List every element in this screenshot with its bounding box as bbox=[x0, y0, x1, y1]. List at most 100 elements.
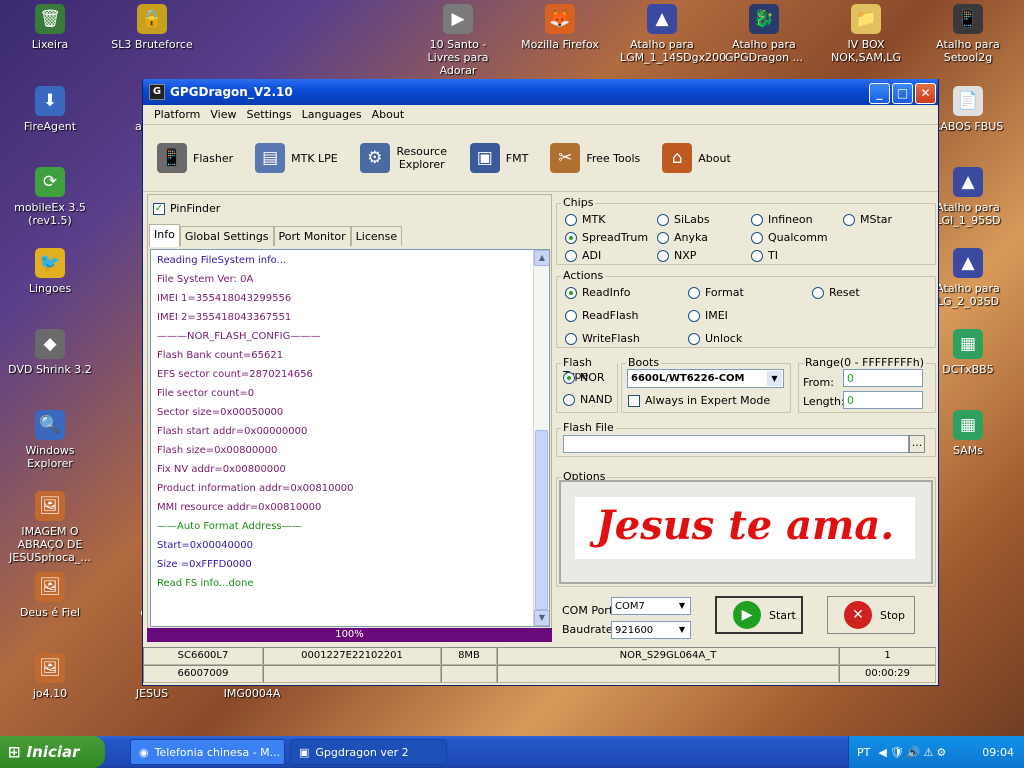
tray-icons[interactable]: ◀🛡🔊⚠⚙ bbox=[878, 746, 949, 759]
start-label: Iniciar bbox=[26, 743, 80, 761]
log-scrollbar[interactable]: ▲ ▼ bbox=[533, 250, 549, 626]
desktop-icon[interactable]: 🖼 IMAGEM O ABRAÇO DE JESUSphoca_... bbox=[8, 491, 92, 564]
chips-radio-mstar[interactable]: MStar bbox=[843, 213, 892, 226]
task-telefonia[interactable]: ◉ Telefonia chinesa - M... bbox=[130, 739, 285, 765]
menu-view[interactable]: View bbox=[205, 108, 241, 121]
actions-radio-writeflash[interactable]: WriteFlash bbox=[565, 332, 640, 345]
start-menu-button[interactable]: ⊞ Iniciar bbox=[0, 736, 105, 768]
desktop-icon[interactable]: 🐉 Atalho para GPGDragon ... bbox=[722, 4, 806, 64]
status-cell: 8MB bbox=[441, 647, 497, 665]
log-line: Reading FileSystem info... bbox=[157, 255, 287, 266]
desktop-icon[interactable]: 🔒 SL3 Bruteforce bbox=[110, 4, 194, 51]
desktop-icon-label: DVD Shrink 3.2 bbox=[8, 363, 92, 376]
actions-radio-imei[interactable]: IMEI bbox=[688, 309, 728, 322]
stop-button[interactable]: ✕ Stop bbox=[827, 596, 915, 634]
task-gpgdragon[interactable]: ▣ Gpgdragon ver 2 bbox=[290, 739, 447, 765]
chips-radio-spreadtrum[interactable]: SpreadTrum bbox=[565, 231, 648, 244]
desktop-icon[interactable]: ⬇ FireAgent bbox=[8, 86, 92, 133]
boots-select[interactable]: 6600L/WT6226-COM ▼ bbox=[627, 369, 784, 388]
actions-radio-format[interactable]: Format bbox=[688, 286, 744, 299]
actions-option-label: IMEI bbox=[705, 309, 728, 322]
chips-radio-mtk[interactable]: MTK bbox=[565, 213, 605, 226]
desktop-icon[interactable]: 📁 IV BOX NOK,SAM,LG bbox=[824, 4, 908, 64]
desktop-icon[interactable]: 📱 Atalho para Setool2g bbox=[926, 4, 1010, 64]
toolbar-about[interactable]: ⌂ About bbox=[662, 143, 731, 173]
tab-info[interactable]: Info bbox=[149, 224, 180, 247]
from-label: From: bbox=[803, 376, 834, 389]
chips-radio-adi[interactable]: ADI bbox=[565, 249, 601, 262]
radio-button-icon bbox=[565, 249, 577, 262]
desktop-icon[interactable]: ▲ Atalho para LGM_1_14SDgx200 bbox=[620, 4, 726, 64]
log-line: Flash start addr=0x00000000 bbox=[157, 426, 308, 437]
chevron-down-icon[interactable]: ▼ bbox=[675, 623, 689, 637]
actions-radio-unlock[interactable]: Unlock bbox=[688, 332, 742, 345]
chips-radio-anyka[interactable]: Anyka bbox=[657, 231, 708, 244]
toolbar-free-tools[interactable]: ✂ Free Tools bbox=[550, 143, 640, 173]
toolbar-flasher[interactable]: 📱 Flasher bbox=[157, 143, 233, 173]
menu-platform[interactable]: Platform bbox=[149, 108, 205, 121]
close-button[interactable]: ✕ bbox=[915, 83, 936, 104]
log-line: ——Auto Format Address—— bbox=[157, 521, 302, 532]
flashtype-radio-nor[interactable]: NOR bbox=[563, 371, 605, 384]
desktop-icon-label: jo4.10 bbox=[32, 687, 68, 700]
log-line: Read FS info...done bbox=[157, 578, 254, 589]
language-indicator[interactable]: PT bbox=[857, 746, 870, 759]
status-bar-row2: 66007009 00:00:29 bbox=[143, 665, 936, 683]
flashfile-input[interactable] bbox=[563, 435, 909, 453]
desktop-icon[interactable]: 🐦 Lingoes bbox=[8, 248, 92, 295]
chips-radio-qualcomm[interactable]: Qualcomm bbox=[751, 231, 828, 244]
chevron-down-icon[interactable]: ▼ bbox=[767, 371, 782, 386]
chips-radio-silabs[interactable]: SiLabs bbox=[657, 213, 710, 226]
actions-radio-readflash[interactable]: ReadFlash bbox=[565, 309, 638, 322]
minimize-button[interactable]: _ bbox=[869, 83, 890, 104]
chips-option-label: NXP bbox=[674, 249, 697, 262]
desktop-icon[interactable]: 🦊 Mozilla Firefox bbox=[518, 4, 602, 51]
actions-radio-readinfo[interactable]: ReadInfo bbox=[565, 286, 630, 299]
desktop-icon[interactable]: ▶ 10 Santo - Livres para Adorar bbox=[416, 4, 500, 77]
comport-select[interactable]: COM7 ▼ bbox=[611, 597, 691, 615]
document-icon: ▤ bbox=[255, 143, 286, 173]
flashtype-radio-nand[interactable]: NAND bbox=[563, 393, 612, 406]
chips-radio-ti[interactable]: TI bbox=[751, 249, 778, 262]
start-button[interactable]: ▶ Start bbox=[715, 596, 803, 634]
browse-button[interactable]: ... bbox=[909, 435, 925, 453]
actions-radio-reset[interactable]: Reset bbox=[812, 286, 860, 299]
baudrate-select[interactable]: 921600 ▼ bbox=[611, 621, 691, 639]
chevron-down-icon[interactable]: ▼ bbox=[675, 599, 689, 613]
scroll-thumb[interactable] bbox=[535, 430, 548, 610]
menu-settings[interactable]: Settings bbox=[242, 108, 297, 121]
menu-languages[interactable]: Languages bbox=[297, 108, 367, 121]
radio-button-icon bbox=[565, 309, 577, 322]
desktop-icon[interactable]: 🖼 Deus é Fiel bbox=[8, 572, 92, 619]
chips-option-label: MTK bbox=[582, 213, 606, 226]
toolbar-fmt[interactable]: ▣ FMT bbox=[469, 143, 529, 173]
pinfinder-checkbox[interactable]: ✓ PinFinder bbox=[153, 202, 220, 215]
tab-global-settings[interactable]: Global Settings bbox=[179, 226, 274, 246]
maximize-button[interactable]: □ bbox=[892, 83, 913, 104]
toolbar-resource-explorer[interactable]: ⚙ Resource Explorer bbox=[359, 143, 448, 173]
desktop-icon-image: ▦ bbox=[953, 329, 983, 359]
check-icon: ✓ bbox=[153, 202, 165, 215]
log-line: Flash size=0x00800000 bbox=[157, 445, 278, 456]
scroll-down-icon[interactable]: ▼ bbox=[534, 610, 549, 626]
length-input[interactable]: 0 bbox=[843, 391, 923, 409]
radio-button-icon bbox=[843, 213, 855, 226]
chips-radio-infineon[interactable]: Infineon bbox=[751, 213, 813, 226]
tab-port-monitor[interactable]: Port Monitor bbox=[273, 226, 351, 246]
tab-license[interactable]: License bbox=[350, 226, 403, 246]
desktop-icon[interactable]: 🗑 Lixeira bbox=[8, 4, 92, 51]
desktop-icon[interactable]: ⟳ mobileEx 3.5 (rev1.5) bbox=[8, 167, 92, 227]
toolbar-label: FMT bbox=[505, 151, 529, 165]
from-input[interactable]: 0 bbox=[843, 369, 923, 387]
desktop-icon[interactable]: 🖼 jo4.10 bbox=[8, 653, 92, 700]
scroll-up-icon[interactable]: ▲ bbox=[534, 250, 549, 266]
toolbar-mtk-lpe[interactable]: ▤ MTK LPE bbox=[255, 143, 338, 173]
title-bar[interactable]: G GPGDragon_V2.10 _ □ ✕ bbox=[143, 79, 938, 105]
desktop-icon[interactable]: ◆ DVD Shrink 3.2 bbox=[8, 329, 92, 376]
chips-radio-nxp[interactable]: NXP bbox=[657, 249, 696, 262]
desktop-icon-image: 🖼 bbox=[35, 653, 65, 683]
desktop-icon[interactable]: 🔍 Windows Explorer bbox=[8, 410, 92, 470]
menu-about[interactable]: About bbox=[367, 108, 410, 121]
expert-mode-checkbox[interactable]: Always in Expert Mode bbox=[628, 394, 770, 407]
phone-icon: 📱 bbox=[157, 143, 187, 173]
